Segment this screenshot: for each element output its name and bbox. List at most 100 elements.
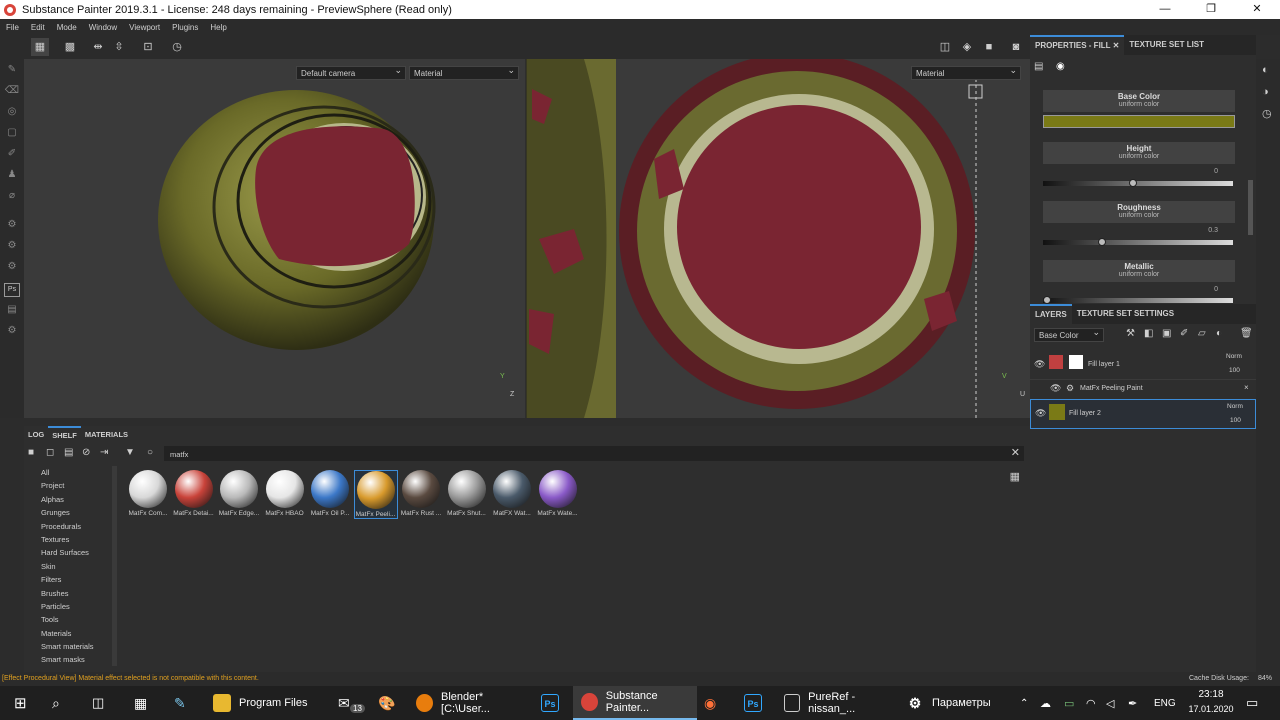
category-brushes[interactable]: Brushes [36, 587, 116, 600]
cube-icon[interactable]: ◈ [958, 38, 976, 56]
category-project[interactable]: Project [36, 479, 116, 492]
projection-tool-icon[interactable]: ◎ [4, 106, 20, 120]
taskbar-substance[interactable]: Substance Painter... [573, 686, 697, 720]
menu-help[interactable]: Help [204, 23, 232, 32]
notes-icon[interactable]: ✎ [174, 686, 186, 720]
taskbar-explorer[interactable]: Program Files [205, 686, 323, 720]
polygon-fill-icon[interactable]: ▢ [4, 127, 20, 141]
new-folder-icon[interactable]: ◻ [46, 447, 54, 458]
menu-edit[interactable]: Edit [25, 23, 51, 32]
grid-size-icon[interactable]: ▦ [1010, 470, 1020, 483]
hide-icon[interactable]: ⊘ [82, 447, 90, 458]
category-skin[interactable]: Skin [36, 560, 116, 573]
search-icon[interactable]: ⌕ [52, 686, 60, 720]
taskbar-blender[interactable]: Blender* [C:\User... [410, 686, 530, 720]
material-mode-icon[interactable]: ◉ [1056, 61, 1065, 72]
mail-icon[interactable]: ✉ [338, 686, 350, 720]
menu-mode[interactable]: Mode [51, 23, 83, 32]
layer-blend[interactable]: Norm [1226, 353, 1242, 360]
clear-search-icon[interactable]: ○ [147, 447, 153, 458]
menu-plugins[interactable]: Plugins [166, 23, 204, 32]
bake-tool-icon[interactable]: ⚙ [4, 240, 20, 254]
split-view-icon[interactable]: ◫ [936, 38, 954, 56]
add-layer-icon[interactable]: ◐ [1216, 328, 1222, 339]
material-thumbnail[interactable]: MatFx Com... [126, 470, 170, 517]
layer-row[interactable]: 👁 Fill layer 1 Norm 100 [1030, 350, 1256, 380]
picker-tool-icon[interactable]: ⌀ [4, 190, 20, 204]
layer-blend[interactable]: Norm [1227, 403, 1243, 410]
layer-opacity[interactable]: 100 [1229, 367, 1240, 374]
pen-icon[interactable]: ✒ [1128, 686, 1137, 720]
metallic-slider-knob[interactable] [1043, 296, 1051, 304]
category-all[interactable]: All [36, 466, 116, 479]
categories-scrollbar[interactable] [112, 466, 117, 666]
visibility-eye-icon[interactable]: 👁 [1034, 359, 1045, 370]
category-particles[interactable]: Particles [36, 600, 116, 613]
task-view-icon[interactable]: ◫ [92, 686, 104, 720]
tab-shelf[interactable]: SHELF [48, 426, 81, 444]
base-color-swatch[interactable] [1043, 115, 1235, 128]
volume-icon[interactable]: ◁ [1106, 686, 1114, 720]
category-alphas[interactable]: Alphas [36, 493, 116, 506]
category-smart-masks[interactable]: Smart masks [36, 653, 116, 666]
metallic-slider[interactable] [1043, 296, 1233, 304]
camera-select[interactable]: Default camera [296, 66, 406, 80]
screenshot-icon[interactable]: ◙ [1007, 38, 1025, 56]
effect-row[interactable]: 👁 ⚙ MatFx Peeling Paint × [1030, 381, 1256, 397]
roughness-header[interactable]: Roughness uniform color [1043, 201, 1235, 223]
save-icon[interactable]: ▤ [64, 447, 73, 458]
frame-icon[interactable]: ⊡ [139, 38, 157, 56]
tab-texture-set-list[interactable]: TEXTURE SET LIST [1124, 35, 1209, 55]
roughness-slider[interactable] [1043, 238, 1233, 246]
material-thumbnail[interactable]: MatFx Detai... [172, 470, 216, 517]
properties-scrollbar[interactable] [1248, 180, 1253, 235]
close-button[interactable]: ✕ [1234, 0, 1280, 19]
language-indicator[interactable]: ENG [1154, 686, 1176, 720]
notifications-icon[interactable]: ▭ [1246, 686, 1258, 720]
category-smart-materials[interactable]: Smart materials [36, 640, 116, 653]
brush-tool-icon[interactable]: ✎ [4, 64, 20, 78]
clone-tool-icon[interactable]: ♟ [4, 169, 20, 183]
tab-properties-fill[interactable]: PROPERTIES - FILL ✕ [1030, 35, 1125, 55]
material-thumbnail[interactable]: MatFx Edge... [217, 470, 261, 517]
history-panel-icon[interactable]: ◷ [1262, 107, 1272, 120]
close-search-icon[interactable]: ✕ [1011, 446, 1020, 459]
category-filters[interactable]: Filters [36, 573, 116, 586]
material-select-2d[interactable]: Material [911, 66, 1021, 80]
category-tools[interactable]: Tools [36, 613, 116, 626]
menu-file[interactable]: File [0, 23, 25, 32]
grid-view-icon[interactable]: ▦ [31, 38, 49, 56]
axis-icon[interactable]: ⇳ [110, 38, 128, 56]
firefox-icon[interactable]: ◉ [704, 686, 716, 720]
viewport[interactable]: Default camera Material Material Y Z V U [24, 59, 1030, 418]
category-textures[interactable]: Textures [36, 533, 116, 546]
height-slider[interactable] [1043, 179, 1233, 187]
history-icon[interactable]: ◷ [168, 38, 186, 56]
tab-layers[interactable]: LAYERS [1030, 304, 1072, 324]
close-tab-icon[interactable]: ✕ [1113, 41, 1120, 50]
eraser-tool-icon[interactable]: ⌫ [4, 85, 20, 99]
layer-row-selected[interactable]: 👁 Fill layer 2 Norm 100 [1030, 399, 1256, 429]
add-mask-icon[interactable]: ◧ [1144, 328, 1153, 339]
start-icon[interactable]: ⊞ [14, 686, 27, 720]
category-hard-surfaces[interactable]: Hard Surfaces [36, 546, 116, 559]
tray-expand-icon[interactable]: ⌃ [1020, 686, 1028, 720]
clock-time[interactable]: 23:18 [1186, 689, 1236, 700]
material-thumbnail[interactable]: MatFx Rust ... [399, 470, 443, 517]
category-procedurals[interactable]: Procedurals [36, 520, 116, 533]
delete-layer-icon[interactable]: 🗑 [1240, 328, 1253, 339]
material-thumbnail[interactable]: MatFx Oil P... [308, 470, 352, 517]
tab-materials[interactable]: MATERIALS [81, 426, 132, 444]
grid-options-icon[interactable]: ▩ [61, 38, 79, 56]
taskbar-settings[interactable]: ⚙ Параметры [900, 686, 1000, 720]
taskbar-pureref[interactable]: PureRef - nissan_... [778, 686, 894, 720]
wifi-icon[interactable]: ◠ [1086, 686, 1096, 720]
sphere-icon[interactable]: ◐ [1262, 64, 1269, 76]
effect-close-icon[interactable]: × [1244, 383, 1249, 392]
roughness-slider-knob[interactable] [1097, 238, 1106, 246]
calculator-icon[interactable]: ▦ [134, 686, 147, 720]
material-select-3d[interactable]: Material [409, 66, 519, 80]
search-input[interactable]: matfx ✕ [164, 446, 1024, 461]
add-paint-icon[interactable]: ✐ [1180, 328, 1188, 339]
photoshop-export-icon[interactable]: Ps [4, 283, 20, 297]
